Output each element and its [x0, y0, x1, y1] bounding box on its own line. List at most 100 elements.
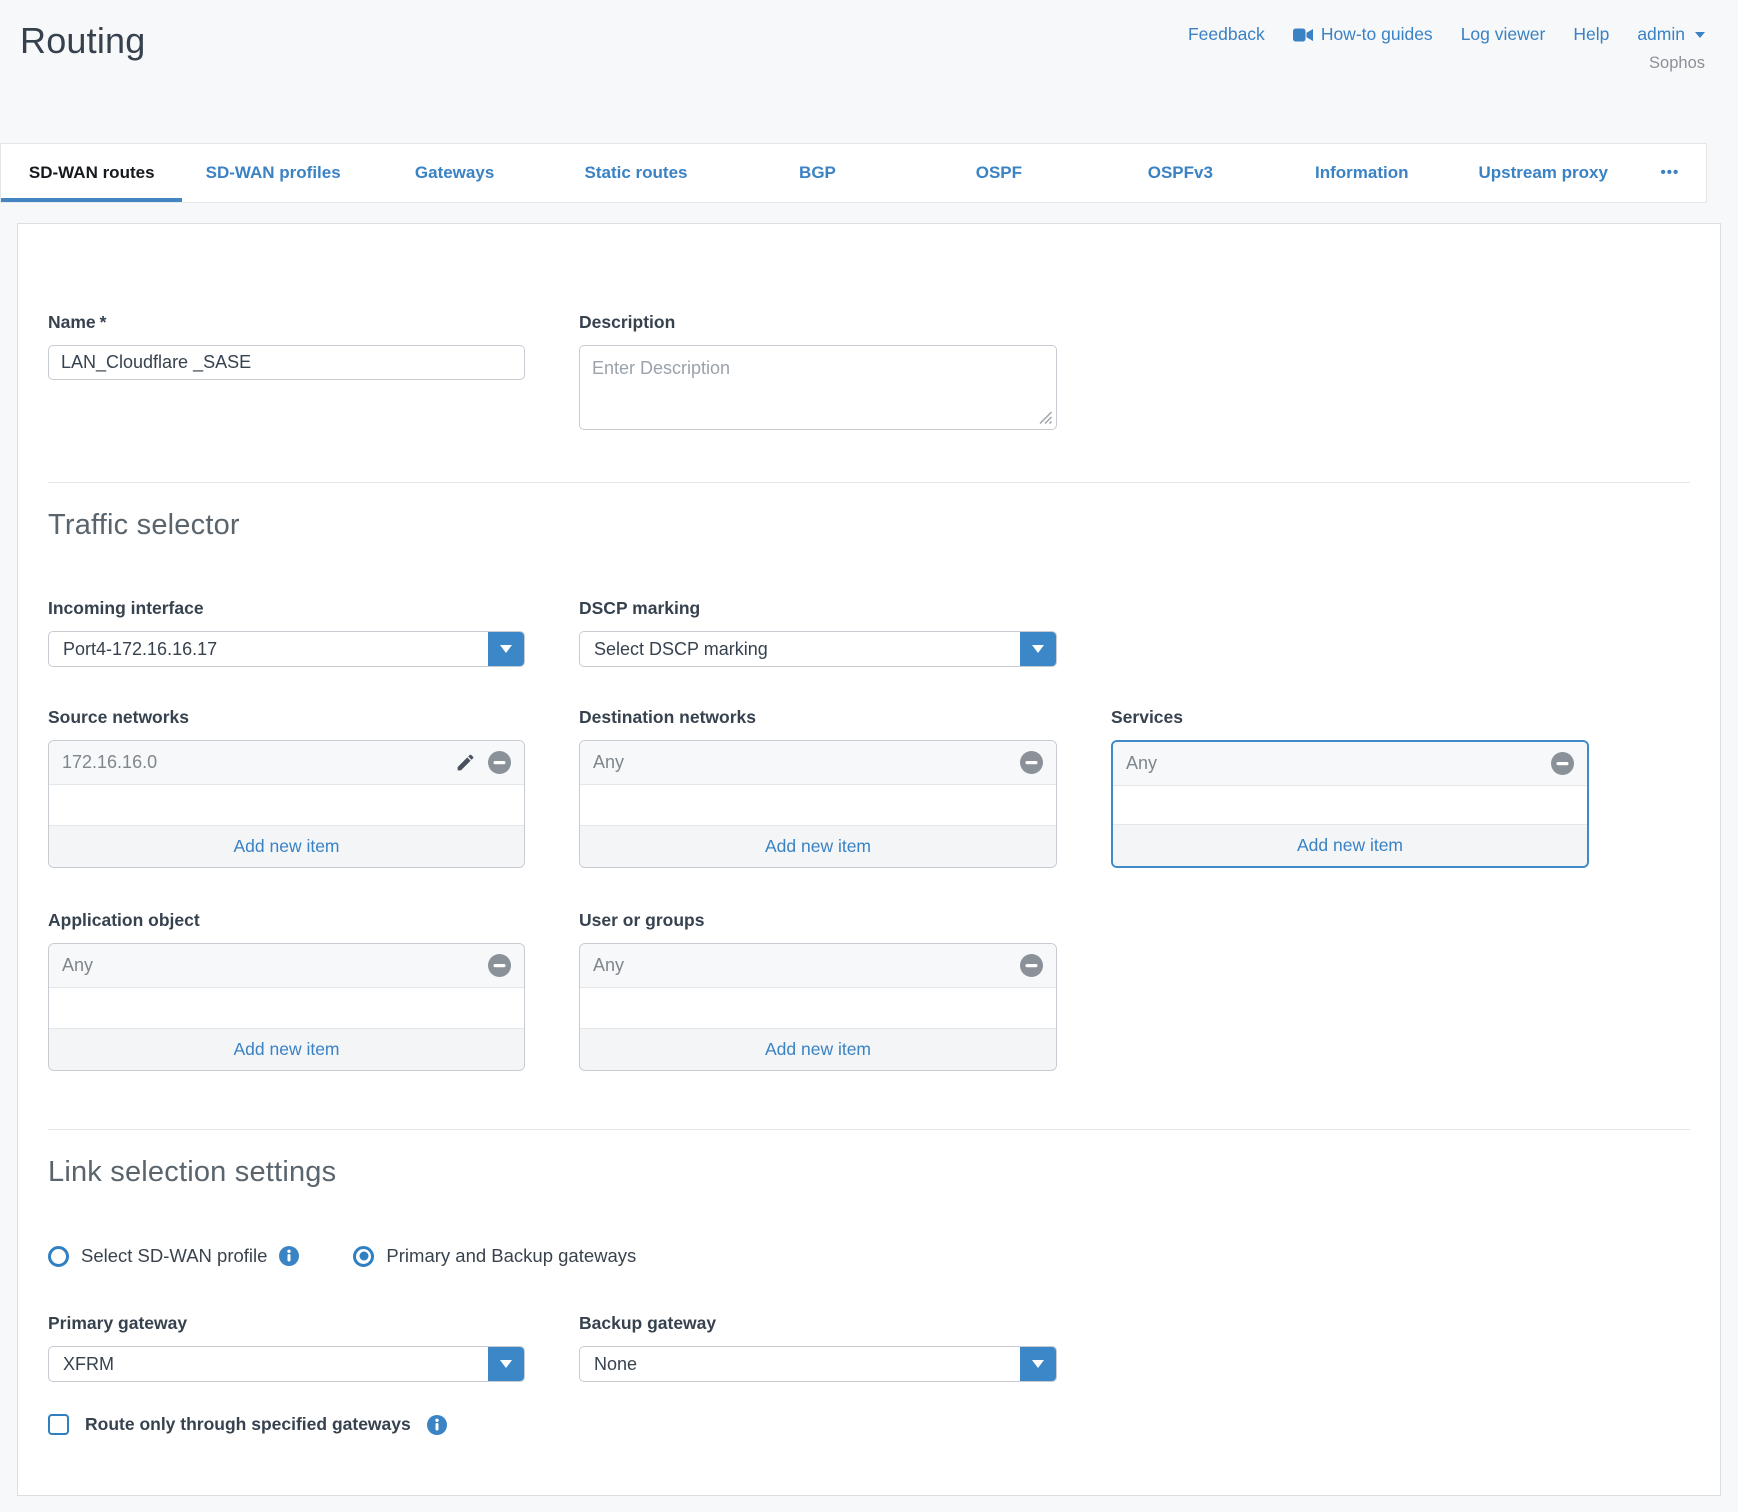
name-label: Name*: [48, 312, 525, 333]
name-description-row: Name* Description: [48, 312, 1690, 430]
howto-guides-link[interactable]: How-to guides: [1293, 24, 1433, 45]
networks-services-row: Source networks 172.16.16.0 Add new item: [48, 707, 1690, 868]
radio-label: Primary and Backup gateways: [386, 1245, 636, 1267]
tab-upstream-proxy[interactable]: Upstream proxy: [1453, 144, 1634, 202]
list-spacer: [580, 988, 1056, 1028]
name-field-group: Name*: [48, 312, 525, 430]
source-networks-group: Source networks 172.16.16.0 Add new item: [48, 707, 525, 868]
add-new-item-button[interactable]: Add new item: [580, 1028, 1056, 1070]
radio-unselected-icon[interactable]: [48, 1246, 69, 1267]
list-item[interactable]: Any: [580, 741, 1056, 785]
info-icon[interactable]: [427, 1415, 447, 1435]
radio-select-sdwan-profile[interactable]: Select SD-WAN profile: [48, 1245, 299, 1267]
list-item-text: Any: [62, 955, 93, 976]
name-input[interactable]: [48, 345, 525, 380]
resize-handle-icon[interactable]: [1038, 410, 1053, 425]
page-header: Routing Feedback How-to guides Log viewe…: [0, 0, 1738, 143]
remove-icon[interactable]: [488, 954, 511, 977]
video-camera-icon: [1293, 28, 1313, 42]
info-icon[interactable]: [279, 1246, 299, 1266]
chevron-down-icon: [1032, 645, 1044, 653]
destination-networks-group: Destination networks Any Add new item: [579, 707, 1057, 868]
add-new-item-button[interactable]: Add new item: [1113, 824, 1587, 866]
backup-gateway-value: None: [580, 1354, 637, 1375]
primary-gateway-select[interactable]: XFRM: [48, 1346, 525, 1382]
admin-menu[interactable]: admin: [1637, 24, 1705, 45]
header-links: Feedback How-to guides Log viewer Help a…: [1188, 24, 1705, 45]
add-new-item-button[interactable]: Add new item: [580, 825, 1056, 867]
application-users-row: Application object Any Add new item User…: [48, 910, 1690, 1071]
list-item[interactable]: Any: [1113, 742, 1587, 786]
add-new-item-button[interactable]: Add new item: [49, 1028, 524, 1070]
log-viewer-label: Log viewer: [1461, 24, 1546, 45]
radio-selected-icon[interactable]: [353, 1246, 374, 1267]
incoming-interface-label: Incoming interface: [48, 598, 525, 619]
radio-primary-backup-gateways[interactable]: Primary and Backup gateways: [353, 1245, 636, 1267]
destination-networks-box: Any Add new item: [579, 740, 1057, 868]
dscp-marking-group: DSCP marking Select DSCP marking: [579, 598, 1057, 667]
tab-ospf[interactable]: OSPF: [908, 144, 1089, 202]
tab-ospfv3[interactable]: OSPFv3: [1090, 144, 1271, 202]
backup-gateway-label: Backup gateway: [579, 1313, 1057, 1334]
tab-bgp[interactable]: BGP: [727, 144, 908, 202]
dropdown-button[interactable]: [1020, 631, 1056, 667]
dscp-marking-value: Select DSCP marking: [580, 639, 768, 660]
gateways-row: Primary gateway XFRM Backup gateway None: [48, 1313, 1690, 1382]
feedback-label: Feedback: [1188, 24, 1265, 45]
log-viewer-link[interactable]: Log viewer: [1461, 24, 1546, 45]
source-networks-box: 172.16.16.0 Add new item: [48, 740, 525, 868]
list-item[interactable]: Any: [49, 944, 524, 988]
backup-gateway-group: Backup gateway None: [579, 1313, 1057, 1382]
description-textarea[interactable]: [579, 345, 1057, 430]
services-group: Services Any Add new item: [1111, 707, 1589, 868]
page-title: Routing: [20, 20, 145, 62]
dropdown-button[interactable]: [488, 1346, 524, 1382]
add-new-item-button[interactable]: Add new item: [49, 825, 524, 867]
tab-information[interactable]: Information: [1271, 144, 1452, 202]
application-object-group: Application object Any Add new item: [48, 910, 525, 1071]
tab-sd-wan-profiles[interactable]: SD-WAN profiles: [182, 144, 363, 202]
tab-bar: SD-WAN routes SD-WAN profiles Gateways S…: [0, 143, 1707, 203]
remove-icon[interactable]: [1020, 751, 1043, 774]
route-only-checkbox[interactable]: [48, 1414, 69, 1435]
remove-icon[interactable]: [1020, 954, 1043, 977]
tab-sd-wan-routes[interactable]: SD-WAN routes: [1, 144, 182, 202]
list-item-text: Any: [593, 955, 624, 976]
user-groups-label: User or groups: [579, 910, 1057, 931]
radio-label: Select SD-WAN profile: [81, 1245, 267, 1267]
required-asterisk: *: [100, 312, 107, 332]
destination-networks-label: Destination networks: [579, 707, 1057, 728]
list-spacer: [580, 785, 1056, 825]
user-groups-group: User or groups Any Add new item: [579, 910, 1057, 1071]
dscp-marking-label: DSCP marking: [579, 598, 1057, 619]
remove-icon[interactable]: [1551, 752, 1574, 775]
help-label: Help: [1573, 24, 1609, 45]
admin-label: admin: [1637, 24, 1685, 45]
link-selection-heading: Link selection settings: [48, 1156, 1690, 1189]
application-object-box: Any Add new item: [48, 943, 525, 1071]
backup-gateway-select[interactable]: None: [579, 1346, 1057, 1382]
interface-dscp-row: Incoming interface Port4-172.16.16.17 DS…: [48, 598, 1690, 667]
edit-icon[interactable]: [455, 752, 476, 773]
help-link[interactable]: Help: [1573, 24, 1609, 45]
dscp-marking-select[interactable]: Select DSCP marking: [579, 631, 1057, 667]
chevron-down-icon: [500, 645, 512, 653]
feedback-link[interactable]: Feedback: [1188, 24, 1265, 45]
dropdown-button[interactable]: [1020, 1346, 1056, 1382]
remove-icon[interactable]: [488, 751, 511, 774]
list-spacer: [49, 785, 524, 825]
tabs-overflow-button[interactable]: •••: [1634, 144, 1706, 202]
tab-static-routes[interactable]: Static routes: [545, 144, 726, 202]
services-label: Services: [1111, 707, 1589, 728]
route-only-label: Route only through specified gateways: [85, 1414, 411, 1435]
tab-gateways[interactable]: Gateways: [364, 144, 545, 202]
list-spacer: [1113, 786, 1587, 824]
incoming-interface-select[interactable]: Port4-172.16.16.17: [48, 631, 525, 667]
list-item-text: Any: [1126, 753, 1157, 774]
services-box: Any Add new item: [1111, 740, 1589, 868]
list-item[interactable]: 172.16.16.0: [49, 741, 524, 785]
dropdown-button[interactable]: [488, 631, 524, 667]
list-item[interactable]: Any: [580, 944, 1056, 988]
incoming-interface-value: Port4-172.16.16.17: [49, 639, 217, 660]
chevron-down-icon: [1032, 1360, 1044, 1368]
